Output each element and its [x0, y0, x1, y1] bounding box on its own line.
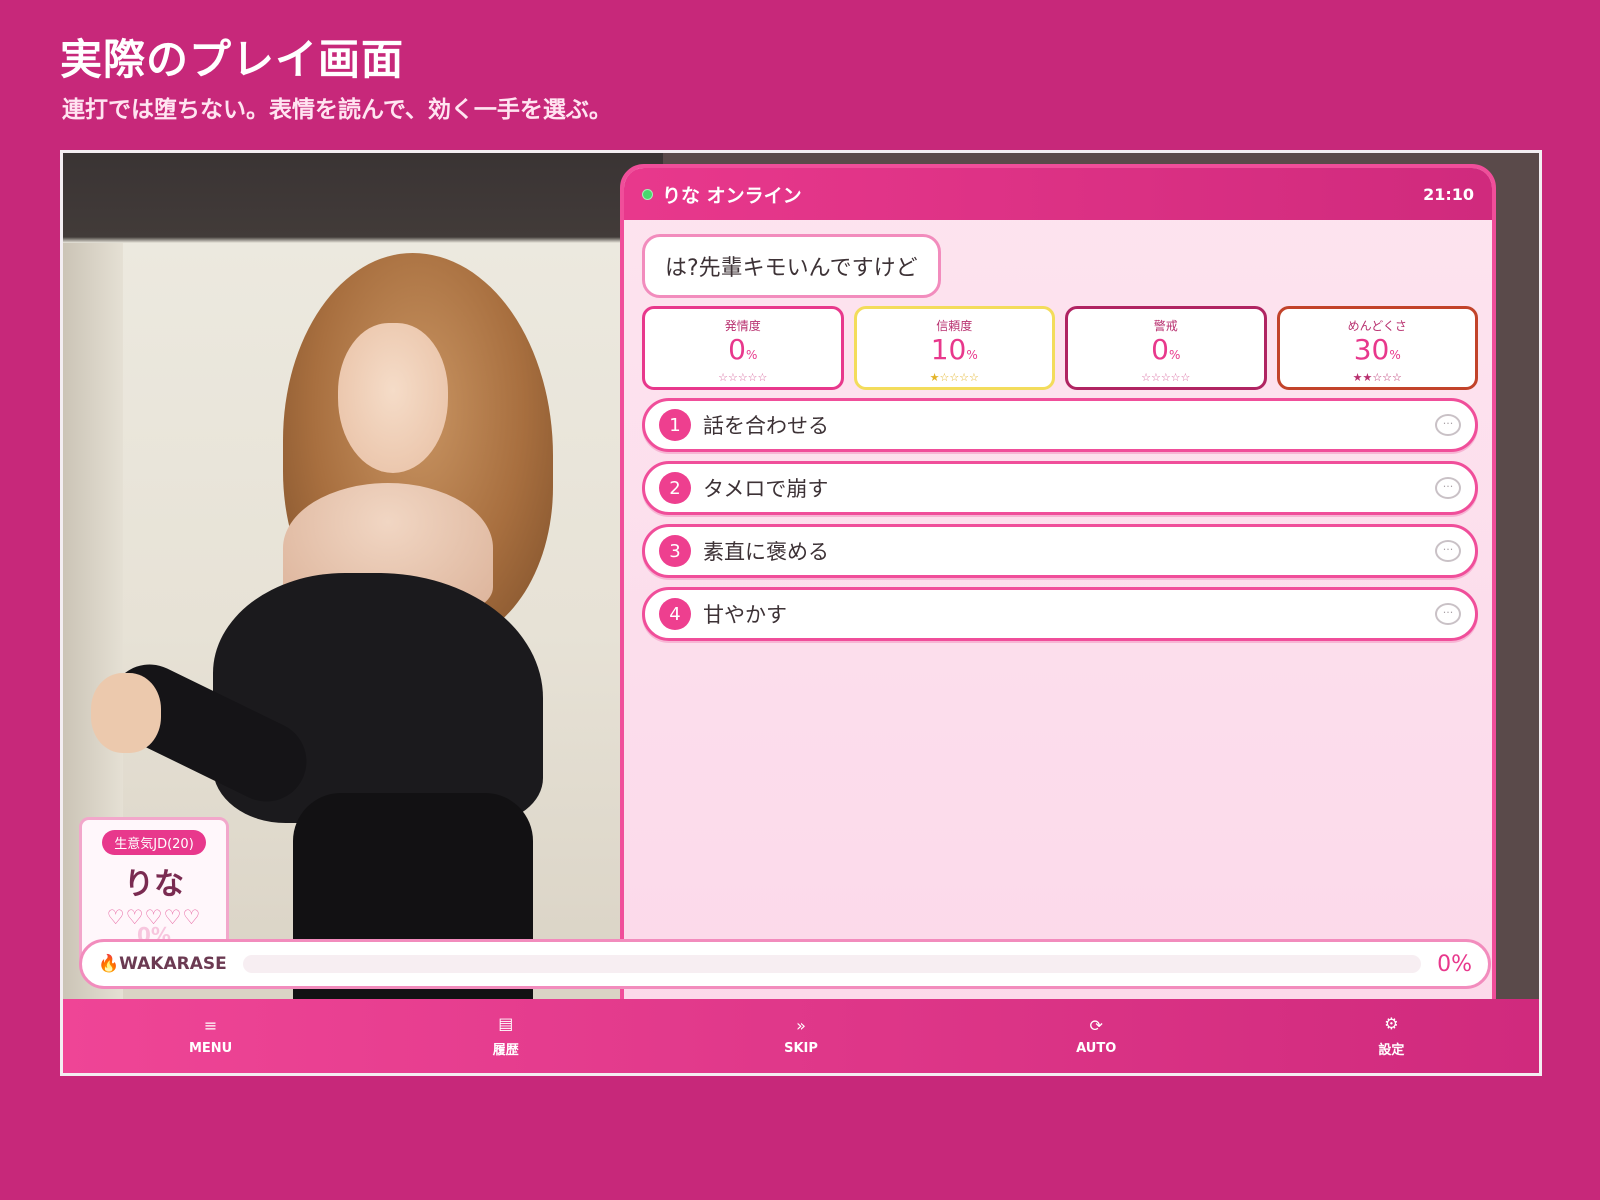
page-title: 実際のプレイ画面: [60, 35, 405, 84]
choice-label: 素直に褒める: [703, 540, 829, 564]
speech-bubble-icon: ···: [1435, 477, 1461, 499]
choice-number: 2: [659, 472, 691, 504]
auto-icon: ⟳: [1089, 1015, 1103, 1035]
stat-unit: %: [1389, 348, 1401, 362]
character-hand: [91, 673, 161, 753]
nav-auto-button[interactable]: ⟳ AUTO: [949, 999, 1244, 1073]
stat-unit: %: [966, 348, 978, 362]
skip-icon: »: [796, 1015, 806, 1035]
star-rating-icon: ☆☆☆☆☆: [1141, 371, 1191, 384]
choice-label: タメロで崩す: [703, 477, 829, 501]
choice-label: 話を合わせる: [703, 414, 829, 438]
stat-label: 警戒: [1153, 319, 1178, 333]
chat-header: りな オンライン 21:10: [624, 168, 1492, 220]
stat-number: 0: [728, 333, 746, 366]
stat-label: めんどくさ: [1347, 319, 1407, 333]
chat-panel: りな オンライン 21:10 は?先輩キモいんですけど 発情度 0% ☆☆☆☆☆…: [620, 164, 1496, 1024]
choice-number: 1: [659, 409, 691, 441]
progress-track: [242, 955, 1422, 973]
online-status-icon: [642, 188, 653, 200]
stat-card-bother: めんどくさ 30% ★★☆☆☆: [1276, 306, 1478, 390]
nav-label: AUTO: [1076, 1040, 1117, 1056]
stat-label: 信頼度: [936, 319, 973, 333]
profile-tag: 生意気JD(20): [102, 830, 206, 855]
stat-card-arousal: 発情度 0% ☆☆☆☆☆: [642, 306, 844, 390]
stat-value: 0%: [645, 334, 841, 371]
chat-time: 21:10: [1423, 184, 1474, 204]
stat-number: 30: [1353, 333, 1390, 366]
gear-icon: ⚙: [1384, 1013, 1399, 1033]
chat-name: りな オンライン: [662, 184, 802, 207]
choice-button-2[interactable]: 2 タメロで崩す ···: [642, 461, 1478, 515]
speech-bubble-icon: ···: [1435, 414, 1461, 436]
choice-button-1[interactable]: 1 話を合わせる ···: [642, 398, 1478, 452]
speech-bubble-icon: ···: [1435, 540, 1461, 562]
nav-menu-button[interactable]: ≡ MENU: [63, 999, 358, 1073]
stat-value: 30%: [1280, 334, 1476, 371]
stat-number: 0: [1151, 333, 1169, 366]
nav-skip-button[interactable]: » SKIP: [653, 999, 948, 1073]
nav-label: SKIP: [784, 1040, 818, 1056]
choice-button-4[interactable]: 4 甘やかす ···: [642, 587, 1478, 641]
progress-label: 🔥WAKARASE: [98, 954, 227, 974]
stat-value: 0%: [1068, 334, 1264, 371]
choice-number: 4: [659, 598, 691, 630]
nav-label: 設定: [1378, 1042, 1405, 1058]
character-face: [338, 323, 448, 473]
nav-settings-button[interactable]: ⚙ 設定: [1244, 999, 1539, 1073]
stat-unit: %: [745, 348, 758, 362]
choice-list: 1 話を合わせる ··· 2 タメロで崩す ··· 3 素直に褒める ··· 4…: [642, 398, 1478, 650]
profile-name: りな: [124, 867, 184, 902]
choice-number: 3: [659, 535, 691, 567]
stat-card-alert: 警戒 0% ☆☆☆☆☆: [1065, 306, 1267, 390]
nav-label: 履歴: [492, 1042, 519, 1058]
stat-card-trust: 信頼度 10% ★☆☆☆☆: [853, 306, 1055, 390]
stat-value: 10%: [857, 334, 1053, 371]
stats-row: 発情度 0% ☆☆☆☆☆ 信頼度 10% ★☆☆☆☆ 警戒 0% ☆☆☆☆☆ め…: [642, 306, 1478, 390]
history-icon: ▤: [498, 1013, 514, 1033]
star-rating-icon: ★★☆☆☆: [1352, 371, 1402, 384]
star-rating-icon: ★☆☆☆☆: [929, 371, 979, 384]
nav-label: MENU: [188, 1040, 233, 1056]
page-subtitle: 連打では堕ちない。表情を読んで、効く一手を選ぶ。: [62, 97, 612, 123]
menu-icon: ≡: [203, 1015, 218, 1035]
choice-label: 甘やかす: [703, 603, 787, 627]
progress-value: 0%: [1437, 951, 1472, 977]
star-rating-icon: ☆☆☆☆☆: [718, 371, 768, 384]
stat-number: 10: [930, 333, 967, 366]
bottom-nav: ≡ MENU ▤ 履歴 » SKIP ⟳ AUTO ⚙ 設定: [63, 999, 1539, 1073]
stat-unit: %: [1168, 348, 1181, 362]
nav-history-button[interactable]: ▤ 履歴: [358, 999, 653, 1073]
game-screen: 生意気JD(20) りな ♡♡♡♡♡ 0% りな オンライン 21:10 は?先…: [60, 150, 1542, 1076]
stat-label: 発情度: [724, 319, 761, 333]
chat-message: は?先輩キモいんですけど: [642, 234, 941, 298]
wakarase-progress: 🔥WAKARASE 0%: [79, 939, 1491, 989]
choice-button-3[interactable]: 3 素直に褒める ···: [642, 524, 1478, 578]
character-photo: 生意気JD(20) りな ♡♡♡♡♡ 0%: [63, 153, 663, 1019]
speech-bubble-icon: ···: [1435, 603, 1461, 625]
